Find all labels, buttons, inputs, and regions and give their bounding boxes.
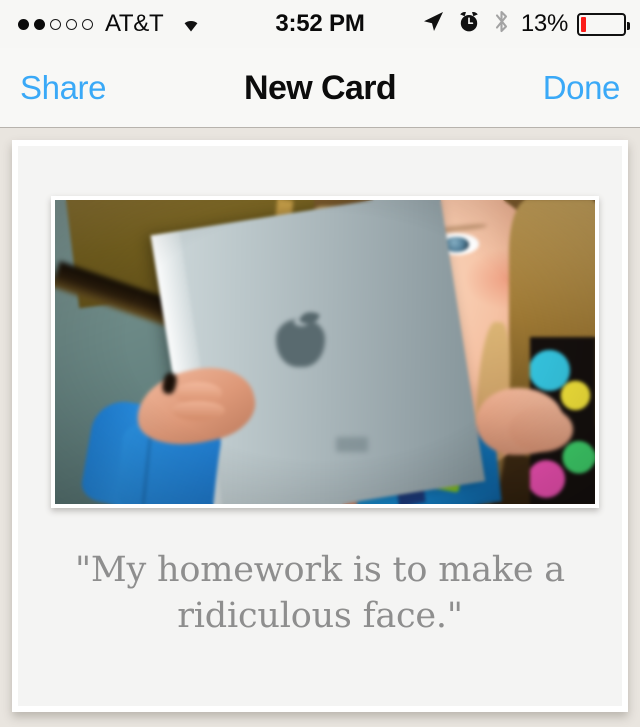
page-title: New Card [243, 68, 397, 107]
share-button[interactable]: Share [20, 71, 244, 104]
navigation-bar: Share New Card Done [0, 48, 640, 128]
status-bar-clock: 3:52 PM [275, 10, 365, 37]
wifi-icon [176, 11, 206, 38]
carrier-label: AT&T [105, 10, 164, 37]
card-container[interactable]: "My homework is to make a ridiculous fac… [12, 140, 628, 712]
battery-percent-label: 13% [520, 10, 568, 37]
signal-dot-5 [82, 18, 93, 30]
cellular-signal-dots [18, 18, 93, 30]
photo-frame[interactable] [51, 196, 599, 508]
signal-dot-1 [18, 18, 29, 30]
signal-dot-2 [34, 18, 45, 30]
signal-dot-3 [50, 18, 61, 30]
battery-fill [581, 16, 587, 32]
battery-icon [577, 12, 630, 36]
done-button[interactable]: Done [396, 71, 621, 104]
card-photo[interactable] [55, 200, 595, 504]
bluetooth-icon [493, 9, 510, 39]
status-bar-center: 3:52 PM [275, 10, 365, 37]
alarm-clock-icon [457, 10, 481, 39]
status-bar: AT&T 3:52 PM 13% [0, 0, 640, 48]
photo-vignette [55, 200, 595, 504]
status-bar-left: AT&T [14, 11, 275, 38]
status-bar-right: 13% [365, 9, 630, 39]
card-scroll-area[interactable]: "My homework is to make a ridiculous fac… [0, 129, 640, 727]
iphone-screen: AT&T 3:52 PM 13% Share New Card Done "My… [0, 0, 640, 727]
signal-dot-4 [66, 18, 77, 30]
card-caption[interactable]: "My homework is to make a ridiculous fac… [48, 548, 592, 639]
location-arrow-icon [421, 10, 445, 39]
